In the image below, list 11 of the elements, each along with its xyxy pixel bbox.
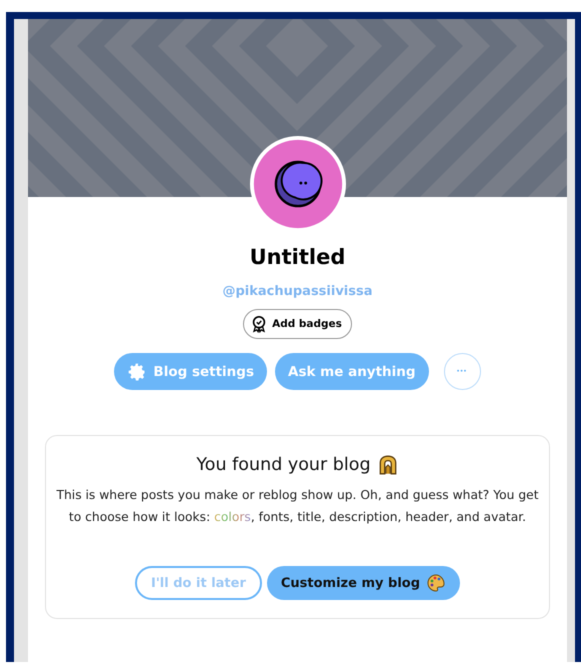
card-title-text: You found your blog — [196, 455, 371, 475]
ask-button[interactable]: Ask me anything — [275, 353, 429, 390]
settings-icon — [127, 362, 148, 382]
add-badges-button[interactable]: Add badges — [243, 309, 352, 339]
customize-button[interactable]: Customize my blog — [266, 566, 460, 600]
blog-settings-button[interactable]: Blog settings — [114, 353, 267, 390]
blog-handle-link[interactable]: @pikachupassiivissa — [222, 283, 373, 301]
blog-title: Untitled — [250, 244, 346, 271]
later-button[interactable]: I'll do it later — [134, 566, 262, 600]
palette-icon — [426, 573, 446, 593]
card-description: This is where posts you make or reblog show up. Oh, and guess what? You get to choose how it looks: colors, fonts, title, description, header, and avatar. — [56, 487, 539, 526]
